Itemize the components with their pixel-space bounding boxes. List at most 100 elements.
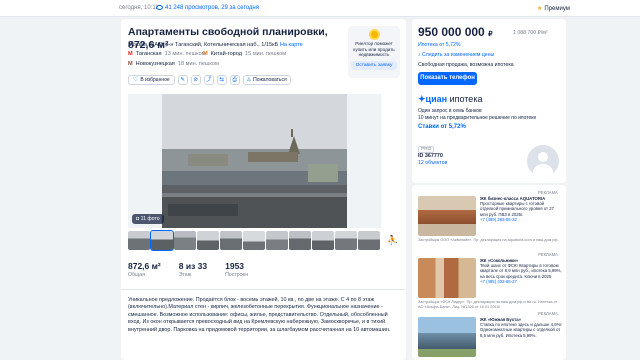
- cian-logo-sub: ипотека: [449, 94, 483, 104]
- spec-value: 8 из 33: [178, 261, 208, 271]
- complain-label: Пожаловаться: [253, 77, 287, 83]
- print-button[interactable]: ⎙: [229, 75, 240, 85]
- favorite-button[interactable]: ♡ В избранное: [128, 75, 175, 85]
- realtor-help-widget: Риелтор поможет купить или продать недви…: [348, 26, 400, 78]
- divider: [121, 289, 406, 290]
- realtor-help-text: Риелтор поможет купить или продать недви…: [353, 41, 395, 57]
- map-link[interactable]: На карте: [280, 42, 303, 48]
- cian-rate-link[interactable]: Ставки от 5,72%: [418, 124, 466, 130]
- star-icon: ★: [537, 6, 543, 12]
- ad-body: Твой шанс от ФСК! Квартиры в готовом ква…: [480, 263, 562, 279]
- thumbnail[interactable]: [220, 231, 242, 250]
- eye-icon: [156, 5, 163, 10]
- address-text[interactable]: Москва, ЦАО, р-н Таганский, Котельническ…: [128, 42, 278, 48]
- publish-date: сегодня, 10:11: [119, 5, 159, 11]
- ad-body: Просторные квартиры с готовой отделкой п…: [480, 201, 555, 217]
- follow-price-link[interactable]: ♪ Следить за изменением цены: [418, 52, 494, 58]
- thumbnail[interactable]: [358, 231, 380, 250]
- compare-button[interactable]: ⇆: [216, 75, 227, 85]
- print-icon: ⎙: [232, 77, 237, 83]
- cian-line-2: 10 минут на предварительное решение по и…: [418, 115, 537, 121]
- warning-icon: ⚠: [246, 77, 252, 83]
- ad-text: ЖК бизнес-класса AQUATORIA Просторные кв…: [480, 196, 562, 222]
- spec-label: Построен: [225, 272, 249, 278]
- address: Москва, ЦАО, р-н Таганский, Котельническ…: [128, 42, 303, 48]
- price: 950 000 000 ₽: [418, 25, 493, 39]
- thumbnail[interactable]: [289, 231, 311, 250]
- metro-walk: 15 мин. пешком: [245, 51, 287, 57]
- bell-icon: ♪: [418, 52, 421, 58]
- thumbnail[interactable]: [243, 231, 265, 250]
- metro-item: М Таганская 13 мин. пешком: [128, 51, 206, 57]
- thumbnail[interactable]: [150, 230, 174, 251]
- leave-request-button[interactable]: Оставить заявку: [351, 60, 397, 70]
- favorite-label: В избранное: [140, 77, 170, 83]
- views-counter[interactable]: 41 248 просмотров, 29 за сегодня: [156, 5, 259, 11]
- heart-icon: ♡: [133, 77, 139, 83]
- ad-text: ЖК «Сокольники» Твой шанс от ФСК! Кварти…: [480, 258, 562, 284]
- spec-value: 1953: [225, 261, 245, 271]
- thumbnail[interactable]: [128, 231, 150, 250]
- premium-label: Премиум: [544, 6, 570, 12]
- metro-icon: М: [128, 61, 133, 67]
- price-per-m2: 1 088 700 ₽/м²: [513, 30, 548, 36]
- ad-tag: РЕКЛАМА: [538, 311, 558, 316]
- main-photo[interactable]: [128, 94, 381, 228]
- spec-floor: 8 из 33 Этаж: [179, 261, 207, 278]
- spec-label: Общая: [128, 272, 145, 278]
- premium-badge[interactable]: ★ Премиум: [537, 5, 570, 12]
- pencil-icon: ✎: [180, 77, 185, 83]
- metro-station[interactable]: Таганская: [136, 51, 162, 57]
- thumbnail[interactable]: [335, 231, 357, 250]
- price-card: [412, 19, 566, 158]
- description: Уникальное предложение. Продаётся блок -…: [128, 297, 391, 333]
- ad-phone[interactable]: +7 (495) 432-65-27: [480, 279, 562, 284]
- share-icon: ⤴: [205, 77, 212, 83]
- ad-tag: РЕКЛАМА: [538, 190, 558, 195]
- panorama-icon[interactable]: ⛹: [386, 233, 400, 247]
- views-text: 41 248 просмотров, 29 за сегодня: [165, 5, 259, 11]
- pro-badge: PRO: [418, 146, 435, 153]
- metro-item: М Новокузнецкая 18 мин. пешком: [128, 61, 219, 67]
- agent-id[interactable]: ID 367770: [418, 153, 443, 159]
- camera-icon: ◘: [136, 216, 140, 222]
- show-phone-button[interactable]: Показать телефон: [418, 72, 477, 85]
- metro-station[interactable]: Новокузнецкая: [136, 61, 175, 67]
- eye-off-icon: ⊘: [193, 77, 198, 83]
- photo-count-text: 11 фото: [140, 216, 160, 222]
- compare-icon: ⇆: [219, 77, 224, 83]
- spec-built: 1953 Построен: [225, 261, 248, 278]
- thumbnail[interactable]: [266, 231, 288, 250]
- deal-type: Свободная продажа, возможна ипотека: [418, 62, 514, 68]
- ad-disclaimer: Застройщик ООО «Аквилайн». Пр. деклараци…: [418, 238, 558, 242]
- note-button[interactable]: ✎: [177, 75, 188, 85]
- ad-image[interactable]: [418, 258, 476, 298]
- metro-station[interactable]: Китай-город: [211, 51, 242, 57]
- complain-button[interactable]: ⚠ Пожаловаться: [242, 75, 291, 85]
- thumbnail[interactable]: [312, 231, 334, 250]
- metro-walk: 13 мин. пешком: [164, 51, 206, 57]
- price-value: 950 000 000: [418, 25, 485, 39]
- cian-mortgage-logo[interactable]: ✦циан ипотека: [418, 94, 482, 105]
- mortgage-link[interactable]: Ипотека от 5,72%: [418, 42, 461, 48]
- listing-title: Апартаменты свободной планировки, 872,6 …: [128, 26, 328, 51]
- share-button[interactable]: ⤴: [203, 75, 214, 85]
- spec-value: 872,6 м²: [128, 261, 161, 271]
- agent-objects-link[interactable]: 12 объектов: [418, 160, 447, 166]
- ad-image[interactable]: [418, 317, 476, 357]
- ad-image[interactable]: [418, 196, 476, 236]
- ad-disclaimer: Застройщик «ФСК Лидер». Пр. декларация н…: [418, 300, 558, 309]
- avatar[interactable]: [527, 145, 559, 177]
- hide-button[interactable]: ⊘: [190, 75, 201, 85]
- photo-count-badge: ◘ 11 фото: [132, 214, 164, 224]
- photo-cityscape: [128, 94, 381, 228]
- cian-logo-text: циан: [425, 94, 448, 104]
- top-bar: сегодня, 10:11 41 248 просмотров, 29 за …: [0, 0, 640, 17]
- ad-text: ЖК «Южная Бухта» Ставка по ипотеке здесь…: [480, 317, 562, 338]
- listing-actions: ♡ В избранное ✎ ⊘ ⤴ ⇆ ⎙ ⚠ Пожаловаться: [128, 75, 291, 85]
- ad-phone[interactable]: +7 (499) 283-05-32: [480, 217, 562, 222]
- thumbnail[interactable]: [197, 231, 219, 250]
- thumbnail[interactable]: [174, 231, 196, 250]
- specs-row: 872,6 м² Общая 8 из 33 Этаж 1953 Построен: [128, 261, 248, 278]
- metro-item: М Китай-город 15 мин. пешком: [203, 51, 286, 57]
